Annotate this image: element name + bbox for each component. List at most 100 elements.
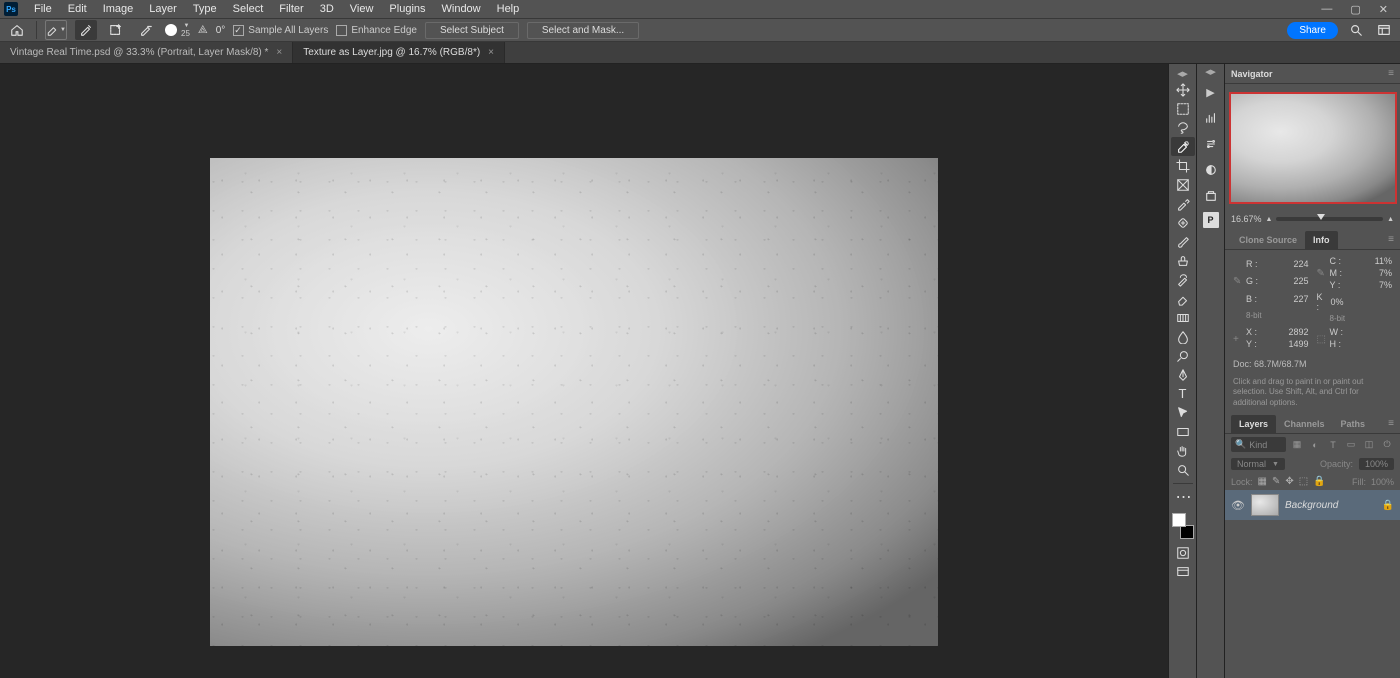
menu-layer[interactable]: Layer xyxy=(141,0,185,18)
eraser-tool[interactable] xyxy=(1171,289,1195,308)
eyedropper-tool[interactable] xyxy=(1171,194,1195,213)
libraries-panel-icon[interactable] xyxy=(1201,186,1221,206)
histogram-panel-icon[interactable] xyxy=(1201,108,1221,128)
quick-select-new-icon[interactable] xyxy=(105,20,127,40)
menu-plugins[interactable]: Plugins xyxy=(381,0,433,18)
properties-panel-icon[interactable] xyxy=(1201,134,1221,154)
patterns-panel-icon[interactable]: P xyxy=(1203,212,1219,228)
background-color-swatch[interactable] xyxy=(1180,525,1194,539)
panel-menu-icon[interactable]: ≡ xyxy=(1388,418,1394,429)
tool-preset-picker[interactable]: ▼ xyxy=(45,20,67,40)
select-and-mask-button[interactable]: Select and Mask... xyxy=(527,22,639,39)
menu-file[interactable]: File xyxy=(26,0,60,18)
filter-smart-icon[interactable]: ◫ xyxy=(1362,438,1376,452)
quick-select-subtract-icon[interactable] xyxy=(135,20,157,40)
navigator-thumbnail[interactable] xyxy=(1229,92,1397,204)
home-button[interactable] xyxy=(6,20,28,40)
edit-toolbar-icon[interactable]: ⋯ xyxy=(1171,488,1195,507)
move-tool[interactable] xyxy=(1171,80,1195,99)
panel-collapse-icon[interactable]: ◀▶ xyxy=(1177,68,1188,80)
window-maximize-icon[interactable]: ▢ xyxy=(1350,3,1360,16)
layer-name[interactable]: Background xyxy=(1285,500,1376,511)
tab-paths[interactable]: Paths xyxy=(1333,415,1374,433)
gradient-tool[interactable] xyxy=(1171,308,1195,327)
tab-channels[interactable]: Channels xyxy=(1276,415,1333,433)
panel-menu-icon[interactable]: ≡ xyxy=(1388,234,1394,245)
quick-selection-tool[interactable] xyxy=(1171,137,1195,156)
menu-image[interactable]: Image xyxy=(95,0,142,18)
opacity-value[interactable]: 100% xyxy=(1359,458,1394,470)
type-tool[interactable]: T xyxy=(1171,384,1195,403)
fill-value[interactable]: 100% xyxy=(1371,477,1394,487)
workspace-switcher-icon[interactable] xyxy=(1374,20,1394,40)
pen-tool[interactable] xyxy=(1171,365,1195,384)
filter-shape-icon[interactable]: ▭ xyxy=(1344,438,1358,452)
lasso-tool[interactable] xyxy=(1171,118,1195,137)
tab-info[interactable]: Info xyxy=(1305,231,1338,249)
adjustments-panel-icon[interactable] xyxy=(1201,160,1221,180)
zoom-in-icon[interactable]: ▲ xyxy=(1387,216,1394,223)
layer-thumbnail[interactable] xyxy=(1251,494,1279,516)
lock-all-icon[interactable]: 🔒 xyxy=(1313,476,1325,487)
dodge-tool[interactable] xyxy=(1171,346,1195,365)
tab-close-icon[interactable]: × xyxy=(488,47,494,58)
lock-image-icon[interactable]: ✎ xyxy=(1272,476,1280,487)
menu-edit[interactable]: Edit xyxy=(60,0,95,18)
layer-row[interactable]: 👁 Background 🔒 xyxy=(1225,490,1400,520)
window-minimize-icon[interactable]: — xyxy=(1321,3,1332,16)
hand-tool[interactable] xyxy=(1171,441,1195,460)
layer-lock-icon[interactable]: 🔒 xyxy=(1382,500,1394,511)
brush-tool[interactable] xyxy=(1171,232,1195,251)
menu-3d[interactable]: 3D xyxy=(312,0,342,18)
panel-menu-icon[interactable]: ≡ xyxy=(1388,68,1394,79)
screen-mode-icon[interactable] xyxy=(1171,562,1195,581)
filter-pixel-icon[interactable]: ▦ xyxy=(1290,438,1304,452)
document-tab[interactable]: Texture as Layer.jpg @ 16.7% (RGB/8*)× xyxy=(293,42,505,63)
color-swatches[interactable] xyxy=(1172,513,1194,539)
lock-transparency-icon[interactable]: ▦ xyxy=(1258,476,1267,487)
clone-stamp-tool[interactable] xyxy=(1171,251,1195,270)
menu-select[interactable]: Select xyxy=(225,0,272,18)
window-close-icon[interactable]: ✕ xyxy=(1379,3,1388,16)
tab-layers[interactable]: Layers xyxy=(1231,415,1276,433)
quick-mask-icon[interactable] xyxy=(1171,543,1195,562)
menu-window[interactable]: Window xyxy=(434,0,489,18)
path-selection-tool[interactable] xyxy=(1171,403,1195,422)
history-brush-tool[interactable] xyxy=(1171,270,1195,289)
share-button[interactable]: Share xyxy=(1287,22,1338,39)
lock-artboard-icon[interactable]: ⬚ xyxy=(1299,476,1308,487)
foreground-color-swatch[interactable] xyxy=(1172,513,1186,527)
tab-clone-source[interactable]: Clone Source xyxy=(1231,231,1305,249)
zoom-tool[interactable] xyxy=(1171,460,1195,479)
filter-type-icon[interactable]: T xyxy=(1326,438,1340,452)
document-tab[interactable]: Vintage Real Time.psd @ 33.3% (Portrait,… xyxy=(0,42,293,63)
blend-mode-dropdown[interactable]: Normal▼ xyxy=(1231,458,1285,470)
lock-position-icon[interactable]: ✥ xyxy=(1285,476,1293,487)
frame-tool[interactable] xyxy=(1171,175,1195,194)
menu-view[interactable]: View xyxy=(342,0,382,18)
menu-help[interactable]: Help xyxy=(489,0,528,18)
crop-tool[interactable] xyxy=(1171,156,1195,175)
canvas-area[interactable] xyxy=(0,64,1168,678)
layer-visibility-icon[interactable]: 👁 xyxy=(1231,499,1245,512)
menu-filter[interactable]: Filter xyxy=(271,0,311,18)
blur-tool[interactable] xyxy=(1171,327,1195,346)
filter-toggle-icon[interactable]: ⏻ xyxy=(1380,438,1394,452)
quick-select-add-icon[interactable] xyxy=(75,20,97,40)
search-icon[interactable] xyxy=(1346,20,1366,40)
brush-picker[interactable]: ▼ 25 xyxy=(165,23,190,38)
actions-panel-icon[interactable]: ▶ xyxy=(1201,82,1221,102)
rectangle-tool[interactable] xyxy=(1171,422,1195,441)
panel-collapse-icon[interactable]: ◀▶ xyxy=(1205,68,1216,76)
layer-filter-kind[interactable]: 🔍Kind xyxy=(1231,437,1286,452)
zoom-level-value[interactable]: 16.67% xyxy=(1231,214,1262,224)
filter-adjust-icon[interactable]: ◐ xyxy=(1308,438,1322,452)
zoom-out-icon[interactable]: ▲ xyxy=(1266,216,1273,223)
brush-angle-value[interactable]: 0° xyxy=(216,25,226,36)
marquee-tool[interactable] xyxy=(1171,99,1195,118)
healing-brush-tool[interactable] xyxy=(1171,213,1195,232)
enhance-edge-checkbox[interactable]: Enhance Edge xyxy=(336,25,417,36)
menu-type[interactable]: Type xyxy=(185,0,225,18)
tab-close-icon[interactable]: × xyxy=(276,47,282,58)
sample-all-layers-checkbox[interactable]: Sample All Layers xyxy=(233,25,328,36)
